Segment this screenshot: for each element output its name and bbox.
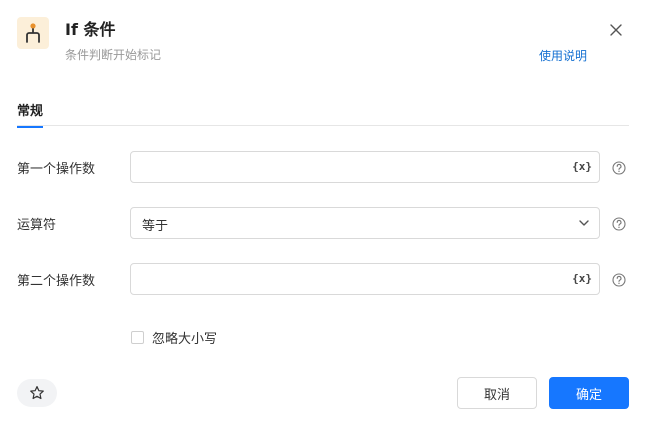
dialog-subtitle: 条件判断开始标记 <box>65 48 162 62</box>
tab-general[interactable]: 常规 <box>17 100 44 128</box>
ignore-case-checkbox[interactable] <box>131 331 144 344</box>
star-icon <box>30 386 44 400</box>
help-icon[interactable] <box>612 273 626 287</box>
branch-icon <box>26 23 40 43</box>
tab-divider <box>17 125 629 126</box>
app-icon <box>17 17 49 49</box>
operand1-field[interactable]: {x} <box>130 151 600 183</box>
operator-label: 运算符 <box>17 218 57 233</box>
operand2-label: 第二个操作数 <box>17 274 96 289</box>
dialog-title: If 条件 <box>65 20 116 39</box>
close-icon <box>610 24 622 36</box>
ignore-case-option[interactable]: 忽略大小写 <box>131 328 217 347</box>
operator-select[interactable]: 等于 <box>130 207 600 239</box>
ignore-case-label: 忽略大小写 <box>152 332 218 347</box>
help-icon[interactable] <box>612 161 626 175</box>
chevron-down-icon <box>579 220 589 226</box>
operand2-field[interactable]: {x} <box>130 263 600 295</box>
confirm-button[interactable]: 确定 <box>549 377 629 409</box>
close-button[interactable] <box>606 20 626 40</box>
cancel-button[interactable]: 取消 <box>457 377 537 409</box>
favorite-button[interactable] <box>17 379 57 407</box>
help-link[interactable]: 使用说明 <box>539 47 587 64</box>
operand2-input[interactable] <box>131 264 551 294</box>
operator-value: 等于 <box>142 219 169 234</box>
operand1-label: 第一个操作数 <box>17 162 96 177</box>
operand1-input[interactable] <box>131 152 551 182</box>
variable-button[interactable]: {x} <box>572 160 592 173</box>
help-icon[interactable] <box>612 217 626 231</box>
variable-button[interactable]: {x} <box>572 272 592 285</box>
